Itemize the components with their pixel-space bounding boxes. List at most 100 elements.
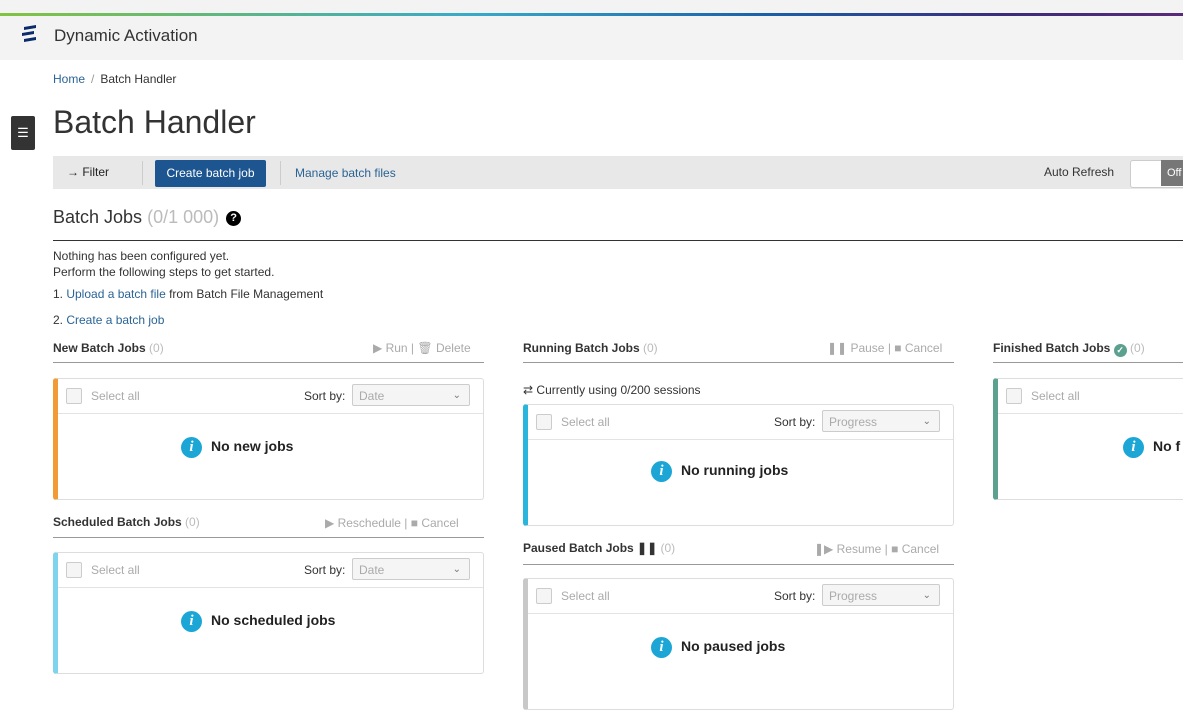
new-jobs-title: New Batch Jobs (0) [53,341,164,355]
info-icon: i [181,437,202,458]
paused-jobs-divider [523,564,954,565]
reschedule-label: Reschedule [337,516,401,530]
sessions-text: Currently using 0/200 sessions [536,383,701,397]
scheduled-jobs-title: Scheduled Batch Jobs (0) [53,515,200,529]
info-icon: i [181,611,202,632]
scheduled-jobs-panel-header: Select all Sort by: Date ⌄ [58,553,483,588]
select-all-label: Select all [91,563,140,577]
step-1-rest: from Batch File Management [165,287,324,301]
filter-button[interactable]: → Filter [67,165,109,179]
manage-batch-files-link[interactable]: Manage batch files [295,166,396,180]
create-batch-job-button[interactable]: Create batch job [155,160,266,187]
running-jobs-count: (0) [643,341,658,355]
pause-icon: ❚❚ [827,341,848,355]
help-icon[interactable]: ? [226,211,242,226]
batch-jobs-heading: Batch Jobs (0/1 000) ? [53,207,242,228]
stop-icon: ■ [891,542,899,556]
breadcrumb: Home / Batch Handler [53,72,176,86]
new-jobs-empty-text: No new jobs [211,438,294,455]
finished-jobs-empty: i No f [1123,437,1180,458]
select-all-checkbox[interactable] [1006,388,1022,404]
new-jobs-title-text: New Batch Jobs [53,341,146,355]
resume-button[interactable]: ❚▶ Resume [814,542,881,556]
step-1-number: 1. [53,287,67,301]
check-circle-icon: ✓ [1113,344,1127,357]
toolbar: → Filter Create batch job Manage batch f… [53,156,1183,189]
sort-by-label: Sort by: [304,563,346,577]
create-batch-job-link[interactable]: Create a batch job [66,313,164,327]
select-all-checkbox[interactable] [66,562,82,578]
sort-by-select[interactable]: Date ⌄ [352,384,470,406]
info-icon: i [1123,437,1144,458]
run-label: Run [385,341,408,355]
info-icon: i [651,461,672,482]
batch-jobs-title: Batch Jobs [53,207,143,227]
info-text-line1: Nothing has been configured yet. [53,249,230,263]
new-jobs-panel-header: Select all Sort by: Date ⌄ [58,379,483,414]
cancel-button[interactable]: ■ Cancel [894,341,942,355]
select-all-label: Select all [1031,389,1080,403]
sort-by-value: Date [359,563,385,577]
breadcrumb-home-link[interactable]: Home [53,72,85,86]
step-1: 1. Upload a batch file from Batch File M… [53,287,323,301]
paused-jobs-panel-header: Select all Sort by: Progress ⌄ [528,579,953,614]
running-jobs-divider [523,362,954,363]
sort-by-label: Sort by: [774,589,816,603]
reschedule-button[interactable]: ▶ Reschedule [325,516,401,530]
finished-jobs-title-text: Finished Batch Jobs [993,341,1111,355]
cancel-label: Cancel [421,516,459,530]
sort-by-value: Progress [829,589,878,603]
finished-jobs-count: (0) [1130,341,1145,355]
pause-button[interactable]: ❚❚ Pause [827,341,884,355]
running-jobs-title: Running Batch Jobs (0) [523,341,658,355]
running-jobs-empty: i No running jobs [651,461,788,482]
select-all-label: Select all [91,389,140,403]
toolbar-divider [142,161,143,185]
info-icon: i [651,637,672,658]
run-button[interactable]: ▶ Run [373,341,408,355]
cancel-button[interactable]: ■ Cancel [411,516,459,530]
select-all-checkbox[interactable] [536,414,552,430]
paused-jobs-empty: i No paused jobs [651,637,785,658]
paused-jobs-empty-text: No paused jobs [681,638,786,655]
sidebar-toggle-button[interactable]: ☰ [11,116,35,150]
delete-button[interactable]: 🗑 Delete [417,341,470,355]
running-jobs-empty-text: No running jobs [681,462,789,479]
stop-icon: ■ [894,341,902,355]
select-all-checkbox[interactable] [66,388,82,404]
select-all-label: Select all [561,589,610,603]
toolbar-divider [280,161,281,185]
sort-by-select[interactable]: Progress ⌄ [822,584,940,606]
sort-by-value: Date [359,389,385,403]
ericsson-logo-icon [22,25,36,42]
auto-refresh-label: Auto Refresh [1044,165,1115,179]
cancel-button[interactable]: ■ Cancel [891,542,939,556]
breadcrumb-separator: / [91,72,95,86]
scheduled-jobs-empty-text: No scheduled jobs [211,612,336,629]
play-icon: ▶ [373,341,383,355]
auto-refresh-toggle-state[interactable]: Off [1161,160,1183,186]
sessions-icon: ⇄ [523,383,534,397]
stop-icon: ■ [410,516,418,530]
batch-jobs-count: (0/1 000) [147,207,220,227]
chevron-down-icon: ⌄ [452,564,461,575]
app-title[interactable]: Dynamic Activation [54,26,198,46]
sort-by-value: Progress [829,415,878,429]
sessions-info: ⇄ Currently using 0/200 sessions [523,383,701,397]
paused-jobs-panel: Select all Sort by: Progress ⌄ i No paused… [523,578,954,710]
new-jobs-divider [53,362,484,363]
sort-by-select[interactable]: Date ⌄ [352,558,470,580]
pause-icon: ❚❚ [637,541,658,555]
paused-jobs-title: Paused Batch Jobs ❚❚ (0) [523,541,675,555]
sort-by-label: Sort by: [304,389,346,403]
chevron-down-icon: ⌄ [922,590,931,601]
new-jobs-panel: Select all Sort by: Date ⌄ i No new jobs [53,378,484,500]
upload-batch-file-link[interactable]: Upload a batch file [66,287,165,301]
heading-divider [53,240,1183,241]
new-jobs-count: (0) [149,341,164,355]
running-jobs-title-text: Running Batch Jobs [523,341,640,355]
running-jobs-panel-header: Select all Sort by: Progress ⌄ [528,405,953,440]
sort-by-select[interactable]: Progress ⌄ [822,410,940,432]
resume-icon: ❚▶ [814,542,834,556]
select-all-checkbox[interactable] [536,588,552,604]
